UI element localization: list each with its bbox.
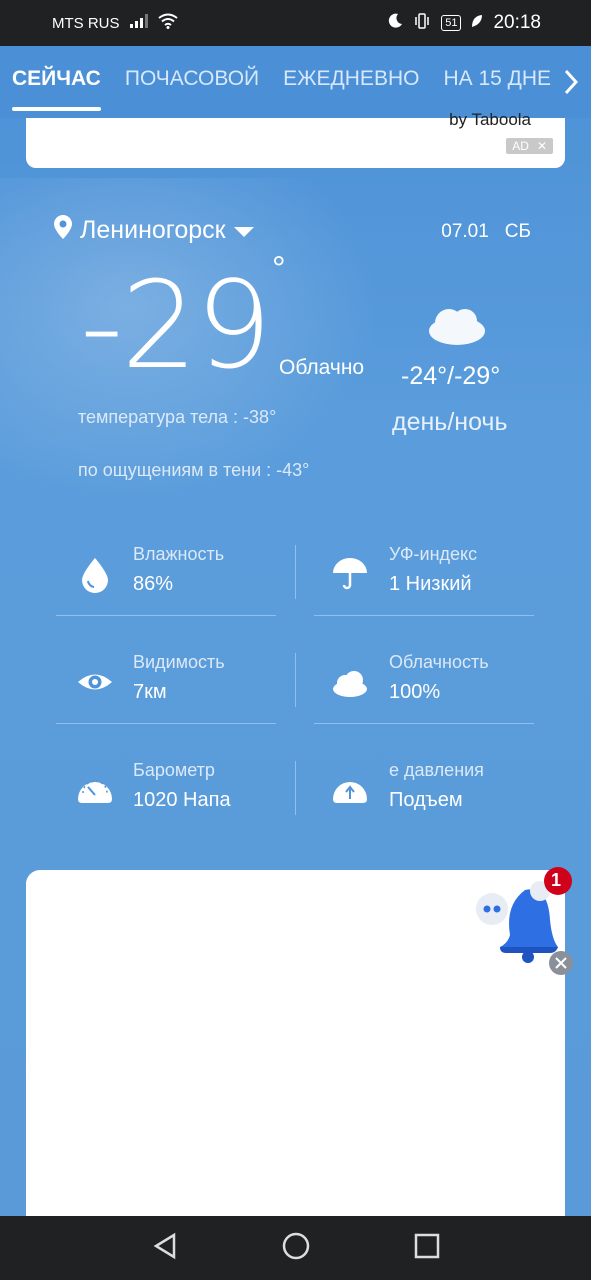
cloudiness-label: Облачность [389, 652, 489, 672]
recents-icon[interactable] [414, 1233, 440, 1264]
details-grid: Влажность 86% УФ-индекс 1 Низкий Видимос… [56, 530, 534, 854]
clock: 20:18 [493, 12, 541, 33]
umbrella-icon [331, 555, 369, 593]
notification-count-badge: 1 [551, 870, 562, 890]
pressure-trend-value: Подъем [389, 789, 463, 811]
ad-source-label: by Taboola [449, 110, 531, 129]
visibility-value: 7км [133, 681, 167, 703]
location-pin-icon [54, 215, 72, 246]
cloudiness-value: 100% [389, 681, 441, 703]
condition-label: Облачно [279, 356, 365, 379]
pressure-trend-cell: е давления Подъем [295, 746, 534, 854]
divider [56, 723, 276, 724]
details-row: Барометр 1020 Напа е давления Подъем [56, 746, 534, 854]
uv-index-label: УФ-индекс [389, 544, 478, 564]
wifi-icon [157, 13, 178, 33]
moon-icon [387, 13, 403, 33]
humidity-cell: Влажность 86% [56, 530, 295, 638]
uv-index-cell: УФ-индекс 1 Низкий [295, 530, 534, 638]
droplet-icon [76, 555, 114, 593]
back-icon[interactable] [152, 1232, 178, 1265]
city-name: Лениногорск [80, 216, 226, 244]
cloudy-night-icon [425, 285, 495, 350]
details-row: Влажность 86% УФ-индекс 1 Низкий [56, 530, 534, 638]
weekday-value: СБ [504, 221, 531, 242]
signal-icon [129, 14, 148, 32]
eye-icon [76, 663, 114, 701]
status-bar: MTS RUS 51 20:18 [0, 0, 591, 46]
visibility-label: Видимость [133, 652, 225, 672]
body-temperature: температура тела : -38° [78, 407, 277, 427]
battery-indicator: 51 [441, 15, 462, 31]
pressure-trend-label: е давления [389, 760, 484, 780]
visibility-cell: Видимость 7км [56, 638, 295, 746]
ad-label: AD [512, 139, 529, 153]
status-left: MTS RUS [52, 13, 178, 33]
details-row: Видимость 7км Облачность 100% [56, 638, 534, 746]
feels-like-shade: по ощущениям в тени : -43° [78, 460, 310, 480]
system-nav-bar [0, 1216, 591, 1280]
dropdown-arrow-icon [233, 216, 254, 245]
divider [314, 615, 534, 616]
day-night-label: день/ночь [392, 408, 508, 436]
tab-15-days[interactable]: НА 15 ДНЕЙ [443, 67, 566, 97]
divider [314, 723, 534, 724]
ad-banner[interactable]: by Taboola AD ✕ [26, 110, 565, 168]
tab-now[interactable]: СЕЙЧАС [12, 67, 101, 111]
tab-daily[interactable]: ЕЖЕДНЕВНО [283, 67, 419, 97]
notification-bell-widget[interactable]: 1 [470, 865, 580, 975]
barometer-label: Барометр [133, 760, 215, 780]
humidity-value: 86% [133, 573, 174, 595]
pressure-trend-icon [331, 771, 369, 809]
home-icon[interactable] [281, 1231, 311, 1266]
gauge-icon [76, 771, 114, 809]
date-value: 07.01 [441, 221, 489, 242]
chevron-right-icon[interactable] [551, 46, 591, 118]
cloudiness-cell: Облачность 100% [295, 638, 534, 746]
barometer-value: 1020 Напа [133, 789, 231, 811]
day-night-range: -24°/-29° [401, 362, 501, 390]
vibrate-icon [413, 13, 431, 33]
barometer-cell: Барометр 1020 Напа [56, 746, 295, 854]
ad-close-icon[interactable]: ✕ [537, 139, 547, 153]
humidity-label: Влажность [133, 544, 225, 564]
bell-icon [476, 867, 573, 975]
divider [56, 615, 276, 616]
tab-hourly[interactable]: ПОЧАСОВОЙ [125, 67, 259, 97]
tab-bar: СЕЙЧАС ПОЧАСОВОЙ ЕЖЕДНЕВНО НА 15 ДНЕЙ [0, 46, 591, 118]
date-display: 07.01 СБ [441, 221, 531, 243]
degree-symbol: ° [272, 250, 286, 288]
leaf-icon [471, 14, 483, 32]
ad-badge: AD ✕ [506, 138, 553, 154]
cloud-icon [331, 663, 369, 701]
uv-index-value: 1 Низкий [389, 573, 472, 595]
location-selector[interactable]: Лениногорск [54, 215, 254, 246]
carrier-label: MTS RUS [52, 14, 120, 32]
current-temperature: -29 [80, 257, 272, 396]
status-right: 51 20:18 [387, 12, 541, 34]
